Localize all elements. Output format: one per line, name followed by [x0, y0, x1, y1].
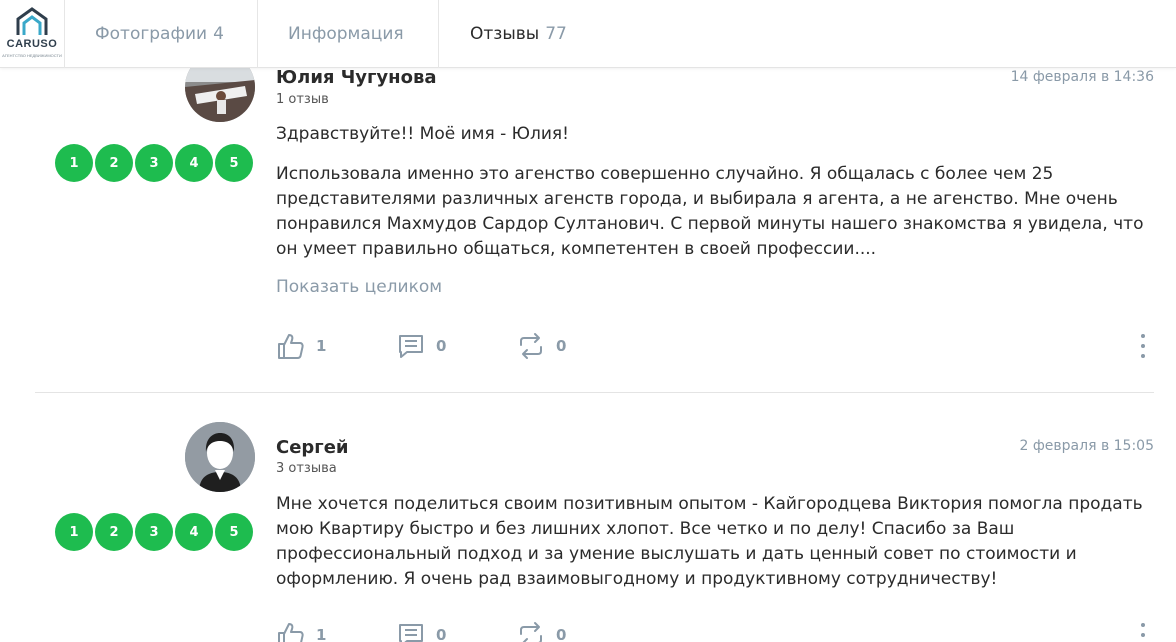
rating-star-4: 4: [175, 513, 213, 551]
tab-info-label: Информация: [288, 24, 404, 44]
avatar[interactable]: [185, 422, 255, 492]
rating-star-3: 3: [135, 513, 173, 551]
comment-icon: [399, 624, 423, 642]
tab-photos[interactable]: Фотографии 4: [65, 0, 258, 68]
thumbs-up-icon: [278, 623, 304, 642]
repost-count: 0: [556, 626, 567, 642]
rating-star-1: 1: [55, 513, 93, 551]
top-nav: CARUSO АГЕНТСТВО НЕДВИЖИМОСТИ Фотографии…: [0, 0, 1176, 68]
logo-brand: CARUSO: [6, 38, 58, 50]
rating: 1 2 3 4 5: [55, 513, 255, 551]
tab-reviews-label: Отзывы: [470, 24, 540, 44]
comment-count: 0: [436, 626, 447, 642]
house-logo-icon: [16, 7, 48, 35]
review-actions: 1 0 0: [276, 620, 1146, 642]
more-options-icon[interactable]: [1140, 623, 1146, 642]
tab-reviews[interactable]: Отзывы 77: [439, 0, 567, 68]
tab-info[interactable]: Информация: [258, 0, 439, 68]
tab-photos-label: Фотографии: [95, 24, 208, 44]
repost-button[interactable]: 0: [516, 620, 566, 642]
rating-star-2: 2: [95, 513, 133, 551]
tab-reviews-count: 77: [545, 24, 567, 44]
default-user-avatar-icon: [185, 422, 255, 492]
logo[interactable]: CARUSO АГЕНТСТВО НЕДВИЖИМОСТИ: [0, 0, 65, 68]
review-date: 2 февраля в 15:05: [1019, 438, 1154, 454]
author-name[interactable]: Сергей: [276, 437, 349, 458]
comment-button[interactable]: 0: [396, 620, 446, 642]
page: CARUSO АГЕНТСТВО НЕДВИЖИМОСТИ Фотографии…: [0, 0, 1176, 642]
like-button[interactable]: 1: [276, 620, 326, 642]
tab-photos-count: 4: [213, 24, 224, 44]
author-review-count: 3 отзыва: [276, 461, 337, 476]
logo-subtitle: АГЕНТСТВО НЕДВИЖИМОСТИ: [2, 53, 62, 58]
rating-star-5: 5: [215, 513, 253, 551]
review-item: 1 2 3 4 5 Сергей 3 отзыва 2 февраля в 15…: [0, 0, 1176, 642]
repost-icon: [520, 622, 542, 642]
like-count: 1: [316, 626, 327, 642]
review-text: Мне хочется поделиться своим позитивным …: [276, 494, 1143, 589]
